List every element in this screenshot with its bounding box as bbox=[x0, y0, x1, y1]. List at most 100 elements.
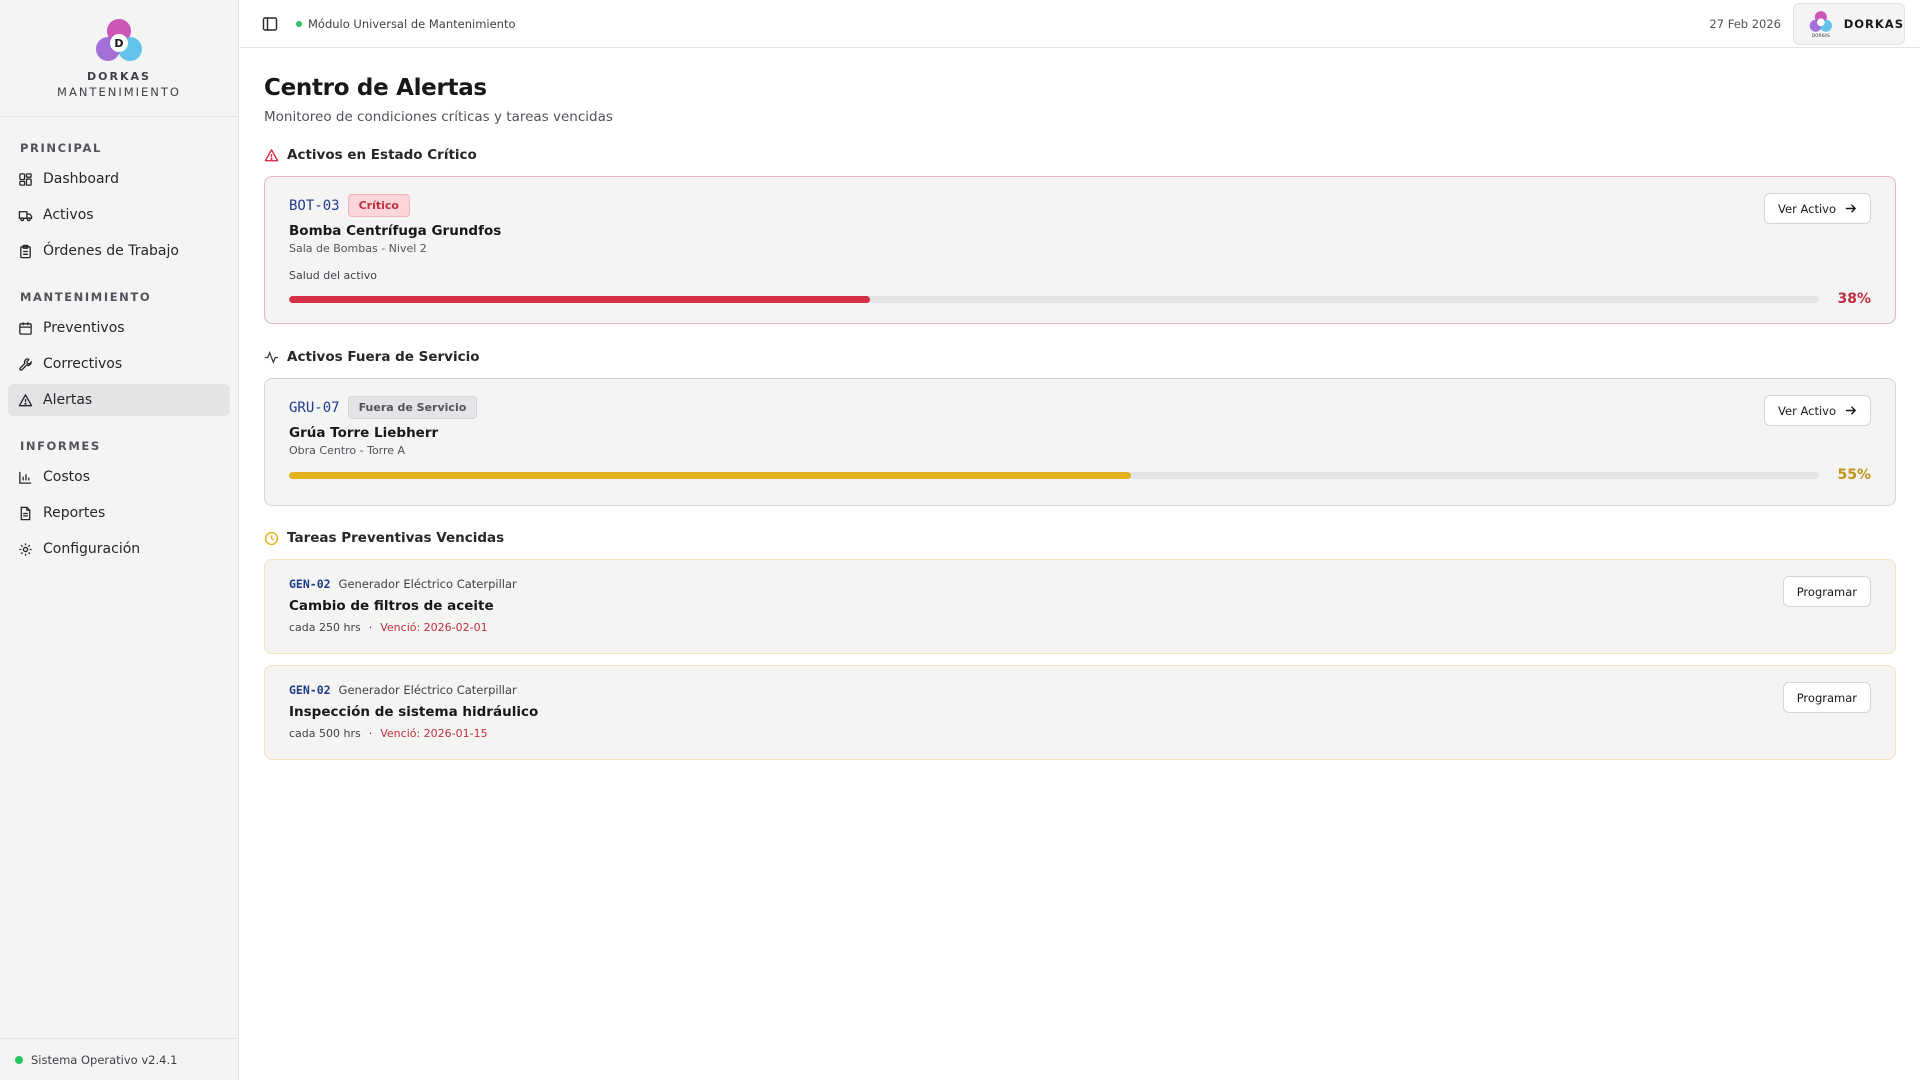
sidebar-item-preventivos[interactable]: Preventivos bbox=[8, 312, 230, 344]
status-dot-icon bbox=[296, 20, 302, 27]
task-asset-name: Generador Eléctrico Caterpillar bbox=[338, 683, 517, 697]
nav-section-label: PRINCIPAL bbox=[20, 141, 102, 155]
brand-logo-caption: DORKAS bbox=[1812, 32, 1830, 38]
asset-name: Grúa Torre Liebherr bbox=[289, 425, 439, 441]
view-asset-button[interactable]: Ver Activo bbox=[1764, 395, 1871, 426]
health-percent: 38% bbox=[1837, 291, 1871, 307]
outservice-asset-card: GRU-07 Fuera de Servicio Grúa Torre Lieb… bbox=[264, 378, 1896, 506]
health-bar-row: 55% bbox=[289, 467, 1871, 483]
task-interval: cada 500 hrs bbox=[289, 727, 361, 740]
asset-location: Obra Centro - Torre A bbox=[289, 444, 406, 457]
brand-subtitle: MANTENIMIENTO bbox=[57, 85, 181, 99]
sidebar-footer: Sistema Operativo v2.4.1 bbox=[0, 1038, 238, 1080]
task-name: Inspección de sistema hidráulico bbox=[289, 704, 539, 720]
task-header: GEN-02 Generador Eléctrico Caterpillar bbox=[289, 577, 1871, 591]
brand-logo-letter: D bbox=[114, 37, 123, 50]
sidebar-item-label: Reportes bbox=[43, 505, 106, 521]
clock-icon bbox=[264, 531, 279, 545]
arrow-right-icon bbox=[1845, 204, 1857, 213]
nav-section-label: INFORMES bbox=[20, 439, 101, 453]
status-dot-icon bbox=[15, 1055, 23, 1064]
sidebar-item-alertas[interactable]: Alertas bbox=[8, 384, 230, 416]
arrow-right-icon bbox=[1845, 406, 1857, 415]
activity-icon bbox=[264, 350, 279, 364]
sidebar-item-label: Correctivos bbox=[43, 356, 123, 372]
asset-code[interactable]: BOT-03 bbox=[289, 198, 340, 214]
nav-section-label: MANTENIMIENTO bbox=[20, 290, 152, 304]
task-asset-code[interactable]: GEN-02 bbox=[289, 683, 331, 697]
sidebar-item-costos[interactable]: Costos bbox=[8, 461, 230, 493]
sidebar-item-label: Costos bbox=[43, 469, 90, 485]
section-critical-title: Activos en Estado Crítico bbox=[264, 147, 1896, 163]
sidebar-item-label: Dashboard bbox=[43, 171, 119, 187]
page-title: Centro de Alertas bbox=[264, 75, 487, 101]
asset-code-row: BOT-03 Crítico bbox=[289, 194, 1871, 217]
button-label: Ver Activo bbox=[1778, 403, 1836, 418]
asset-code-row: GRU-07 Fuera de Servicio bbox=[289, 396, 1871, 419]
wrench-icon bbox=[19, 357, 32, 371]
sidebar-item-activos[interactable]: Activos bbox=[8, 199, 230, 231]
asset-location: Sala de Bombas - Nivel 2 bbox=[289, 242, 427, 255]
task-separator: · bbox=[368, 727, 373, 740]
top-header: Módulo Universal de Mantenimiento 27 Feb… bbox=[240, 0, 1920, 48]
task-meta: cada 500 hrs · Venció: 2026-01-15 bbox=[289, 727, 1871, 740]
overdue-task-card: GEN-02 Generador Eléctrico Caterpillar I… bbox=[264, 665, 1896, 760]
section-title-text: Activos en Estado Crítico bbox=[287, 147, 477, 163]
schedule-button[interactable]: Programar bbox=[1782, 576, 1871, 607]
system-status: Sistema Operativo v2.4.1 bbox=[31, 1052, 178, 1067]
section-outservice-title: Activos Fuera de Servicio bbox=[264, 349, 1896, 365]
clipboard-icon bbox=[20, 244, 31, 258]
nav-section-mantenimiento: MANTENIMIENTO Preventivos Correctivos Al… bbox=[0, 288, 238, 416]
asset-code[interactable]: GRU-07 bbox=[289, 400, 340, 416]
alert-triangle-icon bbox=[18, 393, 33, 406]
button-label: Programar bbox=[1796, 690, 1857, 705]
sidebar-item-reportes[interactable]: Reportes bbox=[8, 497, 230, 529]
header-right: 27 Feb 2026 DORKAS DORKAS bbox=[1709, 2, 1905, 45]
truck-icon bbox=[18, 210, 33, 221]
task-interval: cada 250 hrs bbox=[289, 621, 361, 634]
task-due-date: Venció: 2026-01-15 bbox=[380, 727, 488, 740]
section-title-text: Activos Fuera de Servicio bbox=[287, 349, 480, 365]
sidebar-item-label: Configuración bbox=[43, 541, 141, 557]
gear-icon bbox=[19, 542, 32, 556]
section-overdue-title: Tareas Preventivas Vencidas bbox=[264, 530, 1896, 546]
task-meta: cada 250 hrs · Venció: 2026-02-01 bbox=[289, 621, 1871, 634]
calendar-icon bbox=[19, 321, 32, 335]
user-menu-button[interactable]: DORKAS DORKAS bbox=[1793, 2, 1905, 45]
file-text-icon bbox=[20, 506, 31, 520]
brand-logo-icon: DORKAS bbox=[1809, 10, 1833, 38]
sidebar-item-dashboard[interactable]: Dashboard bbox=[8, 163, 230, 195]
module-indicator: Módulo Universal de Mantenimiento bbox=[296, 17, 516, 31]
status-badge: Crítico bbox=[347, 194, 410, 217]
bar-chart-icon bbox=[19, 471, 32, 484]
task-separator: · bbox=[368, 621, 373, 634]
health-percent: 55% bbox=[1837, 467, 1871, 483]
health-label: Salud del activo bbox=[289, 269, 377, 282]
health-bar-fill bbox=[289, 471, 1131, 479]
asset-name: Bomba Centrífuga Grundfos bbox=[289, 223, 502, 239]
brand-logo-icon: D bbox=[96, 19, 142, 61]
sidebar-item-label: Órdenes de Trabajo bbox=[43, 243, 179, 259]
brand: D DORKAS MANTENIMIENTO bbox=[0, 0, 238, 117]
task-asset-code[interactable]: GEN-02 bbox=[289, 577, 331, 591]
user-name: DORKAS bbox=[1843, 16, 1904, 31]
sidebar-item-configuracion[interactable]: Configuración bbox=[8, 533, 230, 565]
button-label: Programar bbox=[1796, 584, 1857, 599]
sidebar-item-correctivos[interactable]: Correctivos bbox=[8, 348, 230, 380]
task-header: GEN-02 Generador Eléctrico Caterpillar bbox=[289, 683, 1871, 697]
brand-name: DORKAS bbox=[87, 70, 151, 83]
critical-asset-card: BOT-03 Crítico Bomba Centrífuga Grundfos… bbox=[264, 176, 1896, 324]
sidebar-item-ordenes-de-trabajo[interactable]: Órdenes de Trabajo bbox=[8, 235, 230, 267]
view-asset-button[interactable]: Ver Activo bbox=[1764, 193, 1871, 224]
sidebar-item-label: Alertas bbox=[43, 392, 93, 408]
section-title-text: Tareas Preventivas Vencidas bbox=[287, 530, 505, 546]
task-name: Cambio de filtros de aceite bbox=[289, 598, 494, 614]
button-label: Ver Activo bbox=[1778, 201, 1836, 216]
health-bar-row: 38% bbox=[289, 291, 1871, 307]
nav-section-principal: PRINCIPAL Dashboard Activos Órdenes de T… bbox=[0, 139, 238, 267]
current-date: 27 Feb 2026 bbox=[1709, 16, 1781, 31]
task-due-date: Venció: 2026-02-01 bbox=[380, 621, 488, 634]
sidebar-toggle-icon[interactable] bbox=[262, 16, 278, 32]
schedule-button[interactable]: Programar bbox=[1782, 682, 1871, 713]
health-bar-track bbox=[289, 471, 1819, 479]
